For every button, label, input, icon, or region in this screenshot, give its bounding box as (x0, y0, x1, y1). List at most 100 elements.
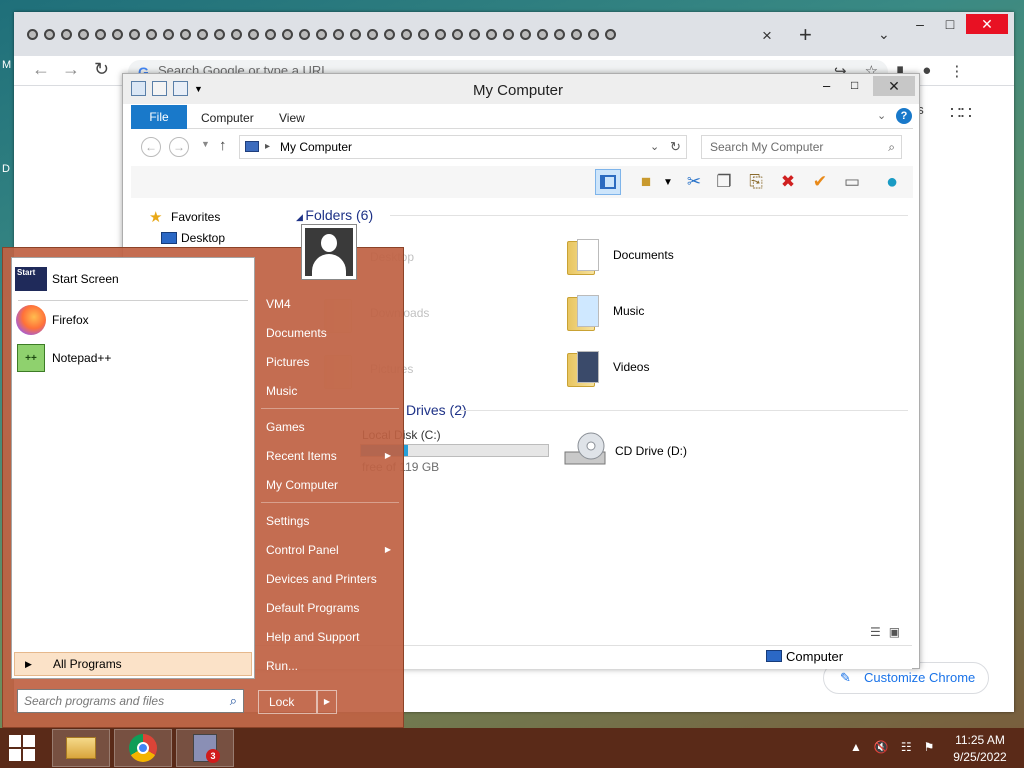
chevron-down-icon[interactable]: ▼ (655, 169, 681, 195)
network-icon[interactable]: ☷ (901, 740, 912, 754)
action-center-icon[interactable]: ⚑ (924, 740, 935, 754)
start-search-input[interactable]: Search programs and files ⌕ (17, 689, 244, 713)
program-firefox[interactable]: Firefox (15, 304, 89, 336)
tab-favicon-icon[interactable] (228, 24, 244, 44)
delete-icon[interactable]: ✖ (775, 169, 801, 195)
tab-favicon-icon[interactable] (517, 24, 533, 44)
start-item-recent-items[interactable]: Recent Items ▶ (261, 444, 403, 468)
refresh-icon[interactable]: ↻ (670, 136, 681, 158)
group-header-folders[interactable]: ◢ Folders (6) (296, 207, 373, 223)
tab-favicon-icon[interactable] (262, 24, 278, 44)
rename-icon[interactable]: ▭ (839, 169, 865, 195)
lock-button[interactable]: Lock (258, 690, 317, 714)
tab-favicon-icon[interactable] (466, 24, 482, 44)
tab-favicon-icon[interactable] (415, 24, 431, 44)
tab-favicon-icon[interactable] (58, 24, 74, 44)
profile-icon[interactable]: ● (922, 62, 931, 80)
folder-item-documents[interactable]: Documents (563, 233, 674, 277)
tab-favicon-icon[interactable] (449, 24, 465, 44)
reload-icon[interactable]: ↻ (94, 59, 109, 80)
tab-favicon-icon[interactable] (177, 24, 193, 44)
tab-favicon-icon[interactable] (211, 24, 227, 44)
tab-view[interactable]: View (279, 111, 305, 125)
tab-favicon-icon[interactable] (143, 24, 159, 44)
folder-item-music[interactable]: Music (563, 289, 644, 333)
start-item-music[interactable]: Music (261, 379, 403, 403)
tab-favicon-icon[interactable] (330, 24, 346, 44)
tab-favicon-icon[interactable] (279, 24, 295, 44)
tab-computer[interactable]: Computer (201, 111, 254, 125)
tab-favicon-icon[interactable] (364, 24, 380, 44)
taskbar-chrome[interactable] (114, 729, 172, 767)
breadcrumb-chevron-icon[interactable]: ▸ (265, 136, 270, 158)
tab-favicon-icon[interactable] (585, 24, 601, 44)
program-notepad-plus-plus[interactable]: ++ Notepad++ (15, 342, 111, 374)
tab-favicon-icon[interactable] (75, 24, 91, 44)
tab-favicon-icon[interactable] (534, 24, 550, 44)
close-tab-icon[interactable]: × (762, 26, 772, 46)
tab-favicon-icon[interactable] (381, 24, 397, 44)
program-start-screen[interactable]: Start Start Screen (15, 263, 119, 295)
start-button[interactable] (4, 734, 40, 762)
forward-arrow-icon[interactable]: → (169, 137, 189, 157)
nav-favorites[interactable]: Favorites (171, 210, 220, 224)
start-item-games[interactable]: Games (261, 415, 403, 439)
cut-icon[interactable]: ✂ (681, 169, 707, 195)
back-arrow-icon[interactable]: ← (141, 137, 161, 157)
tab-favicon-icon[interactable] (568, 24, 584, 44)
close-icon[interactable]: ✕ (873, 76, 915, 96)
close-window-icon[interactable]: ✕ (966, 14, 1008, 34)
user-avatar[interactable] (301, 224, 357, 280)
start-item-vm4[interactable]: VM4 (261, 292, 403, 316)
details-view-icon[interactable]: ☰ (870, 625, 881, 639)
all-programs-button[interactable]: ▶ All Programs (14, 652, 252, 676)
clock-date[interactable]: 9/25/2022 (940, 750, 1020, 764)
tab-favicon-icon[interactable] (398, 24, 414, 44)
volume-muted-icon[interactable]: 🔇 (874, 740, 889, 754)
tab-favicon-icon[interactable] (24, 24, 40, 44)
tab-favicon-icon[interactable] (432, 24, 448, 44)
taskbar-app[interactable] (176, 729, 234, 767)
search-input[interactable]: Search My Computer ⌕ (701, 135, 902, 159)
tab-favicon-icon[interactable] (109, 24, 125, 44)
tab-favicon-icon[interactable] (483, 24, 499, 44)
tab-favicon-icon[interactable] (551, 24, 567, 44)
tab-search-icon[interactable]: ⌄ (878, 26, 890, 43)
copy-icon[interactable]: ❐ (711, 169, 737, 195)
taskbar-explorer[interactable] (52, 729, 110, 767)
clock-time[interactable]: 11:25 AM (940, 733, 1020, 747)
minimize-icon[interactable]: – (904, 14, 936, 34)
address-bar[interactable]: ▸ My Computer ⌄ ↻ (239, 135, 687, 159)
maximize-icon[interactable]: □ (851, 78, 858, 92)
folder-item-videos[interactable]: Videos (563, 345, 649, 389)
tab-favicon-icon[interactable] (602, 24, 618, 44)
paste-icon[interactable]: ⎘ (743, 169, 769, 195)
preview-pane-icon[interactable] (595, 169, 621, 195)
show-hidden-icons-icon[interactable]: ▲ (850, 740, 862, 754)
chevron-down-icon[interactable]: ⌄ (650, 136, 659, 158)
power-options-arrow-icon[interactable]: ▶ (317, 690, 337, 714)
minimize-icon[interactable]: – (823, 78, 830, 93)
recent-locations-icon[interactable]: ▼ (201, 139, 210, 149)
network-globe-icon[interactable]: ● (879, 169, 905, 195)
back-arrow-icon[interactable]: ← (32, 59, 50, 80)
up-arrow-icon[interactable]: ↑ (219, 137, 227, 154)
tab-favicon-icon[interactable] (92, 24, 108, 44)
large-icons-view-icon[interactable]: ▣ (889, 625, 900, 639)
expand-ribbon-icon[interactable]: ⌄ (877, 109, 886, 122)
maximize-icon[interactable]: □ (934, 14, 966, 34)
help-icon[interactable]: ? (896, 108, 912, 124)
tab-favicon-icon[interactable] (500, 24, 516, 44)
start-item-default-programs[interactable]: Default Programs (261, 596, 403, 620)
tab-favicon-icon[interactable] (313, 24, 329, 44)
start-item-my-computer[interactable]: My Computer (261, 473, 403, 497)
tab-file[interactable]: File (131, 105, 187, 129)
start-item-pictures[interactable]: Pictures (261, 350, 403, 374)
start-item-run[interactable]: Run... (261, 654, 403, 678)
forward-arrow-icon[interactable]: → (62, 59, 80, 80)
tab-favicon-icon[interactable] (126, 24, 142, 44)
tab-favicon-icon[interactable] (296, 24, 312, 44)
tab-favicon-icon[interactable] (347, 24, 363, 44)
start-item-documents[interactable]: Documents (261, 321, 403, 345)
new-tab-button[interactable]: + (799, 22, 812, 48)
